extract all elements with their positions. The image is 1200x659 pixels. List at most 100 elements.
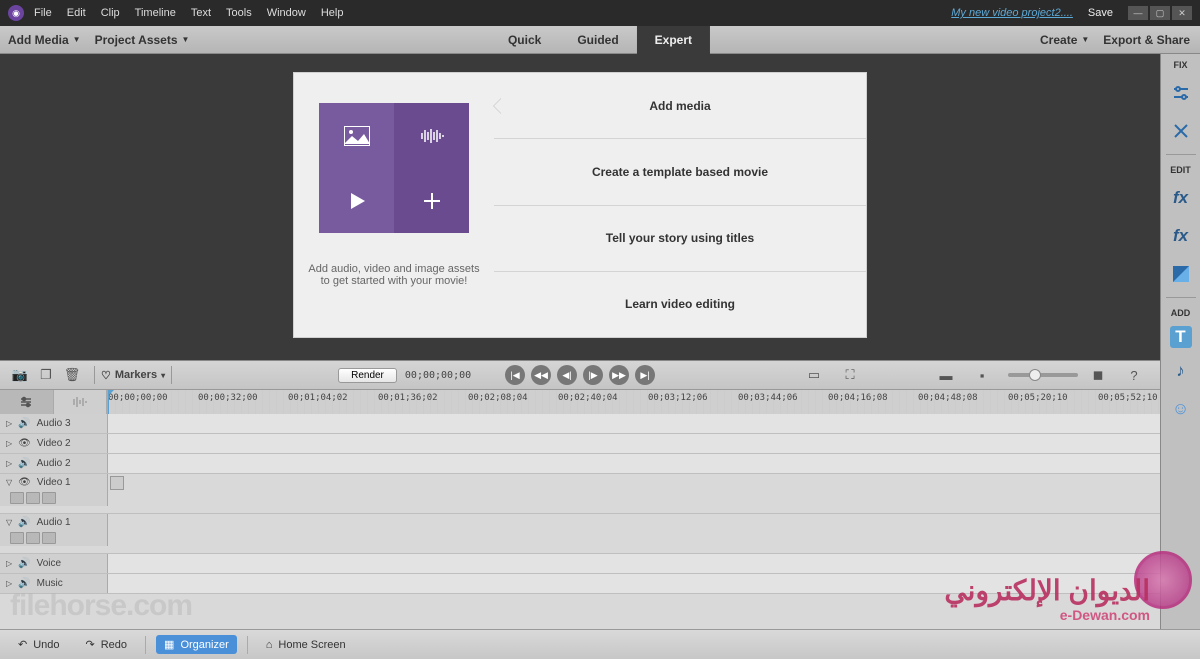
menu-edit[interactable]: Edit — [67, 7, 86, 19]
track-lane[interactable] — [108, 434, 1160, 453]
welcome-add-media[interactable]: Add media — [494, 73, 866, 139]
menu-text[interactable]: Text — [191, 7, 211, 19]
graphics-icon[interactable]: ☺ — [1166, 394, 1196, 424]
organizer-button[interactable]: ▦Organizer — [156, 635, 237, 654]
speaker-icon[interactable]: 🔊 — [18, 458, 30, 469]
titles-icon[interactable]: T — [1170, 326, 1192, 348]
track-header[interactable]: ▽🔊Audio 1 — [0, 514, 108, 546]
menu-timeline[interactable]: Timeline — [135, 7, 176, 19]
track-lane[interactable] — [108, 554, 1160, 573]
track-name: Video 1 — [37, 477, 71, 488]
zoom-in-icon[interactable]: ◼ — [1088, 365, 1108, 385]
speaker-icon[interactable]: 🔊 — [18, 558, 30, 569]
speaker-icon[interactable]: 🔊 — [18, 418, 30, 429]
welcome-story-titles[interactable]: Tell your story using titles — [494, 206, 866, 272]
track-lane[interactable] — [108, 414, 1160, 433]
ruler-tick: 00;05;52;10 — [1098, 393, 1158, 403]
welcome-template-movie[interactable]: Create a template based movie — [494, 139, 866, 205]
timecode-display[interactable]: 00;00;00;00 — [405, 370, 471, 381]
clip-placeholder[interactable] — [110, 476, 124, 490]
eye-icon[interactable]: 👁 — [18, 477, 31, 488]
track-header[interactable]: ▷🔊Audio 2 — [0, 454, 108, 473]
goto-start-icon[interactable]: |◀ — [505, 365, 525, 385]
expand-icon[interactable]: ▷ — [6, 459, 12, 468]
track-header-toggle-icon[interactable] — [0, 390, 54, 414]
collapse-icon[interactable]: ▽ — [6, 518, 12, 527]
fx-pencil-icon[interactable]: fx — [1166, 183, 1196, 213]
zoom-out-icon[interactable]: ▬ — [936, 365, 956, 385]
expand-icon[interactable]: ▷ — [6, 419, 12, 428]
render-button[interactable]: Render — [338, 368, 397, 383]
transition-icon[interactable] — [1166, 259, 1196, 289]
zoom-fit-icon[interactable]: ▪ — [972, 365, 992, 385]
project-name-link[interactable]: My new video project2.... — [951, 7, 1073, 19]
add-media-button[interactable]: Add Media▼ — [8, 33, 81, 47]
add-tile-icon — [394, 168, 469, 233]
menu-window[interactable]: Window — [267, 7, 306, 19]
project-assets-label: Project Assets — [95, 33, 178, 47]
waveform-toggle-icon[interactable] — [54, 390, 108, 414]
fast-forward-icon[interactable]: ▶▶ — [609, 365, 629, 385]
adjust-icon[interactable] — [1166, 78, 1196, 108]
track-header[interactable]: ▽ 👁 Video 1 — [0, 474, 108, 506]
help-icon[interactable]: ? — [1124, 365, 1144, 385]
rewind-icon[interactable]: ◀◀ — [531, 365, 551, 385]
create-button[interactable]: Create▼ — [1040, 33, 1089, 47]
track-row: ▷🔊Audio 3 — [0, 414, 1160, 434]
zoom-slider[interactable] — [1008, 373, 1078, 377]
organizer-label: Organizer — [180, 639, 228, 651]
eye-icon[interactable]: 👁 — [18, 438, 31, 449]
safe-margins-icon[interactable]: ▭ — [804, 365, 824, 385]
goto-end-icon[interactable]: ▶| — [635, 365, 655, 385]
duplicate-icon[interactable]: ❐ — [36, 365, 56, 385]
menu-help[interactable]: Help — [321, 7, 344, 19]
export-share-button[interactable]: Export & Share — [1103, 33, 1190, 47]
step-forward-icon[interactable]: |▶ — [583, 365, 603, 385]
trash-icon[interactable]: 🗑 — [62, 365, 82, 385]
music-icon[interactable]: ♪ — [1166, 356, 1196, 386]
separator — [247, 636, 248, 654]
separator — [145, 636, 146, 654]
snapshot-icon[interactable]: 📷 — [10, 365, 30, 385]
menu-clip[interactable]: Clip — [101, 7, 120, 19]
zoom-knob[interactable] — [1029, 369, 1041, 381]
tab-quick[interactable]: Quick — [490, 26, 559, 54]
home-screen-button[interactable]: ⌂Home Screen — [258, 636, 354, 654]
time-ruler[interactable]: 00;00;00;0000;00;32;0000;01;04;0200;01;3… — [108, 390, 1160, 414]
playhead[interactable] — [108, 390, 109, 414]
redo-button[interactable]: ↷Redo — [78, 635, 136, 654]
menu-tools[interactable]: Tools — [226, 7, 252, 19]
welcome-learn-editing[interactable]: Learn video editing — [494, 272, 866, 337]
track-option-chip[interactable] — [10, 532, 24, 544]
expand-icon[interactable]: ▷ — [6, 559, 12, 568]
save-button[interactable]: Save — [1088, 7, 1113, 19]
expand-icon[interactable]: ▷ — [6, 579, 12, 588]
step-back-icon[interactable]: ◀| — [557, 365, 577, 385]
window-maximize-icon[interactable]: ▢ — [1150, 6, 1170, 20]
track-option-chip[interactable] — [42, 492, 56, 504]
markers-button[interactable]: ♡Markers▾ — [101, 369, 165, 382]
speaker-icon[interactable]: 🔊 — [18, 517, 30, 528]
tools-icon[interactable] — [1166, 116, 1196, 146]
track-option-chip[interactable] — [42, 532, 56, 544]
track-header[interactable]: ▷👁Video 2 — [0, 434, 108, 453]
track-option-chip[interactable] — [26, 492, 40, 504]
project-assets-button[interactable]: Project Assets▼ — [95, 33, 190, 47]
tab-expert[interactable]: Expert — [637, 26, 710, 54]
window-close-icon[interactable]: ✕ — [1172, 6, 1192, 20]
tab-guided[interactable]: Guided — [559, 26, 636, 54]
speaker-icon[interactable]: 🔊 — [18, 578, 30, 589]
collapse-icon[interactable]: ▽ — [6, 478, 12, 487]
track-header[interactable]: ▷🔊Audio 3 — [0, 414, 108, 433]
expand-icon[interactable]: ▷ — [6, 439, 12, 448]
window-minimize-icon[interactable]: — — [1128, 6, 1148, 20]
track-option-chip[interactable] — [10, 492, 24, 504]
video-tile-icon — [319, 168, 394, 233]
track-option-chip[interactable] — [26, 532, 40, 544]
track-lane[interactable] — [108, 454, 1160, 473]
fx-icon[interactable]: fx — [1166, 221, 1196, 251]
fullscreen-icon[interactable]: ⛶ — [840, 365, 860, 385]
menu-file[interactable]: File — [34, 7, 52, 19]
undo-button[interactable]: ↶Undo — [10, 635, 68, 654]
track-header[interactable]: ▷🔊Voice — [0, 554, 108, 573]
